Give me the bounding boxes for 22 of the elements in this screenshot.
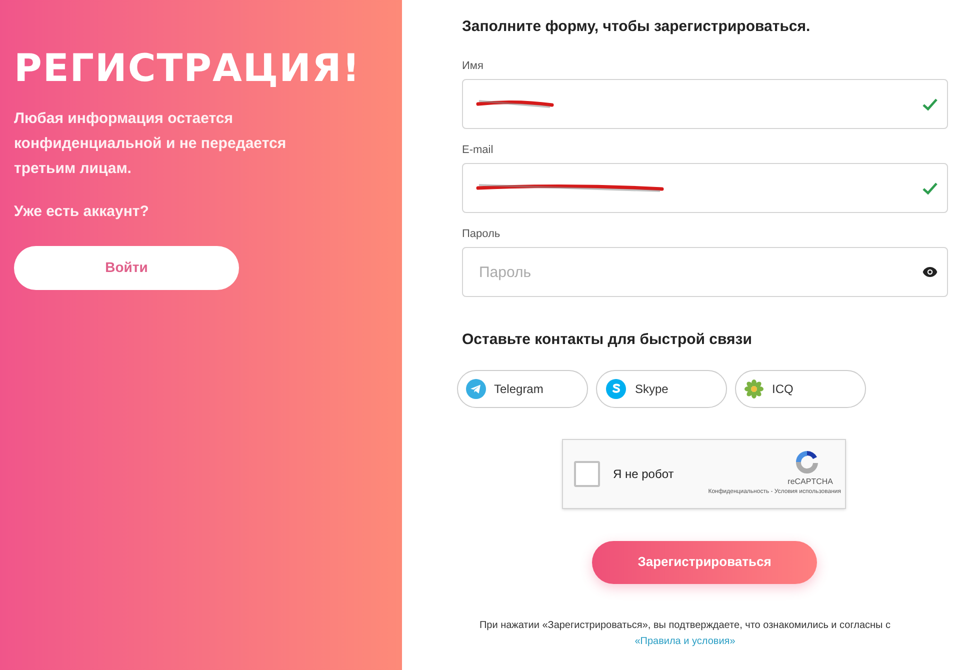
password-field[interactable]: Пароль: [462, 247, 948, 297]
field-label: Имя: [462, 59, 484, 73]
field-label: E-mail: [462, 143, 494, 157]
contacts-heading: Оставьте контакты для быстрой связи: [462, 330, 753, 350]
captcha-checkbox[interactable]: [574, 460, 600, 486]
terms-text: При нажатии «Зарегистрироваться», вы подтверждаете, что ознакомились и согласны с «Правила и условия»: [478, 618, 892, 648]
description: Любая информация остается конфиденциальной и не передается третьим лицам.: [14, 109, 288, 179]
field-label: Пароль: [462, 227, 502, 241]
contact-button[interactable]: Skype: [596, 370, 727, 408]
paper-plane-icon: [466, 378, 486, 398]
eye-icon[interactable]: [922, 266, 938, 278]
contact-button[interactable]: Telegram: [457, 370, 588, 408]
flower-icon: [744, 378, 764, 398]
account-question: Уже есть аккаунт?: [14, 202, 150, 222]
contact-button[interactable]: ICQ: [735, 370, 866, 408]
recaptcha-brand: reCAPTCHA: [788, 476, 833, 488]
page-title: РЕГИСТРАЦИЯ!: [14, 45, 362, 92]
captcha-label: Я не робот: [613, 466, 674, 482]
form-heading: Заполните форму, чтобы зарегистрироваться.: [462, 17, 812, 37]
skype-icon: [605, 378, 627, 400]
input-field[interactable]: [462, 163, 948, 213]
input-field[interactable]: [462, 79, 948, 129]
